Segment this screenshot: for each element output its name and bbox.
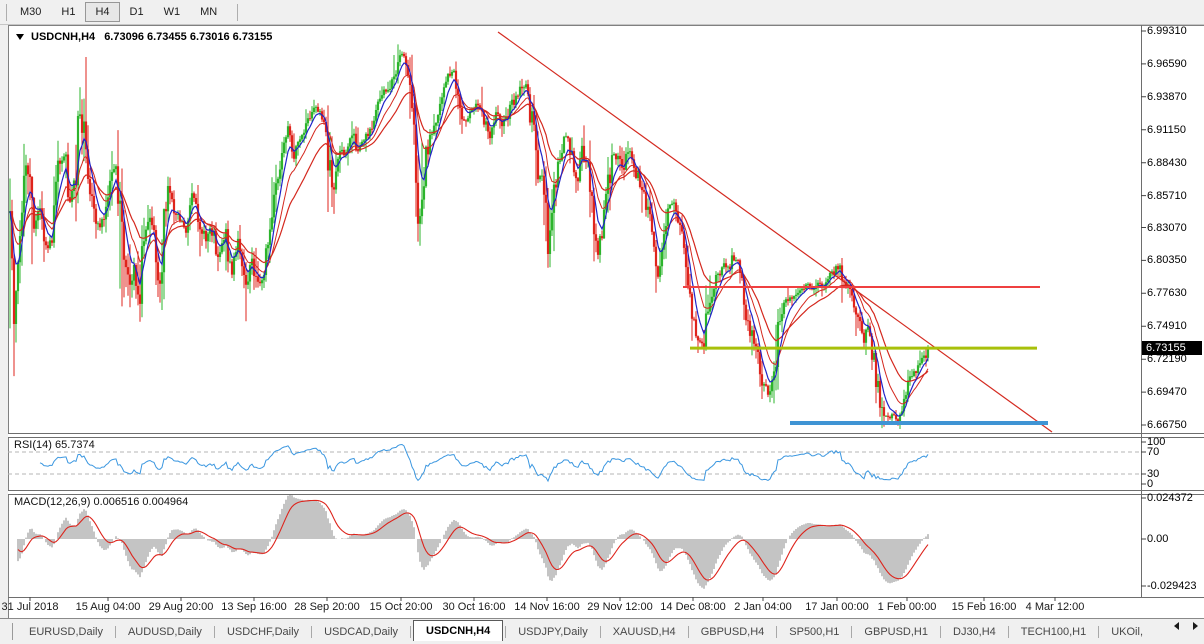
price-axis-label: 6.83070 <box>1147 221 1187 234</box>
price-axis-line <box>1141 25 1142 598</box>
timeframe-button-mn[interactable]: MN <box>190 2 227 22</box>
tab-symbol-ukoil[interactable]: UKOil, <box>1101 623 1153 641</box>
tab-symbol-sp500h1[interactable]: SP500,H1 <box>779 623 849 641</box>
time-axis-label: 15 Oct 20:00 <box>369 601 433 613</box>
tab-symbol-gbpusdh4[interactable]: GBPUSD,H4 <box>691 623 775 641</box>
price-axis-label: 6.88430 <box>1147 156 1187 169</box>
macd-axis-label: 0.024372 <box>1147 491 1193 504</box>
time-axis-label: 31 Jul 2018 <box>1 601 59 613</box>
macd-axis-label: -0.029423 <box>1147 580 1197 592</box>
macd-axis-label: 0.00 <box>1147 533 1169 545</box>
toolbar-grip <box>6 3 7 21</box>
time-axis-label: 15 Feb 16:00 <box>951 601 1017 613</box>
tab-separator <box>505 625 507 638</box>
time-axis-label: 14 Dec 08:00 <box>660 601 726 613</box>
tab-separator <box>213 625 215 638</box>
timeframe-buttons: M30 H1 H4 D1 W1 MN <box>10 2 227 22</box>
tab-strip-corner <box>0 623 13 640</box>
tab-separator <box>776 625 778 638</box>
price-axis-label: 6.93870 <box>1147 90 1187 103</box>
timeframe-button-w1[interactable]: W1 <box>154 2 191 22</box>
time-axis-label: 14 Nov 16:00 <box>514 601 580 613</box>
time-axis-label: 15 Aug 04:00 <box>75 601 141 613</box>
time-axis-label: 29 Nov 12:00 <box>587 601 653 613</box>
time-axis-label: 13 Sep 16:00 <box>221 601 287 613</box>
price-axis-label: 6.72190 <box>1147 353 1187 366</box>
timeframe-button-d1[interactable]: D1 <box>120 2 154 22</box>
tab-separator <box>687 625 689 638</box>
tab-symbol-gbpusdh1[interactable]: GBPUSD,H1 <box>854 623 938 641</box>
price-axis-label: 6.80350 <box>1147 254 1187 267</box>
timeframe-toolbar: M30 H1 H4 D1 W1 MN <box>0 0 1204 25</box>
tab-scroll-right-icon[interactable] <box>1193 622 1198 630</box>
tab-symbol-tech100h1[interactable]: TECH100,H1 <box>1011 623 1096 641</box>
price-axis-label: 6.99310 <box>1147 25 1187 37</box>
tab-symbol-usdcaddaily[interactable]: USDCAD,Daily <box>314 623 408 641</box>
tab-symbol-audusddaily[interactable]: AUDUSD,Daily <box>118 623 212 641</box>
symbol-dropdown-icon[interactable] <box>16 34 24 40</box>
tab-symbol-xauusdh4[interactable]: XAUUSD,H4 <box>603 623 686 641</box>
time-axis-label: 4 Mar 12:00 <box>1025 601 1085 613</box>
current-price-tag: 6.73155 <box>1142 340 1202 355</box>
tab-separator <box>1098 625 1100 638</box>
time-axis-label: 29 Aug 20:00 <box>148 601 214 613</box>
tab-symbol-usdchfdaily[interactable]: USDCHF,Daily <box>217 623 309 641</box>
time-axis-label: 17 Jan 00:00 <box>805 601 869 613</box>
chart-plot-area[interactable] <box>8 25 1204 619</box>
tab-separator <box>114 625 116 638</box>
time-axis-label: 2 Jan 04:00 <box>734 601 792 613</box>
price-axis-label: 6.96590 <box>1147 57 1187 70</box>
price-axis-label: 6.69470 <box>1147 386 1187 399</box>
tab-symbol-eurusddaily[interactable]: EURUSD,Daily <box>19 623 113 641</box>
chart-title: USDCNH,H4 6.73096 6.73455 6.73016 6.7315… <box>16 31 272 43</box>
panel-splitter[interactable] <box>8 490 1204 495</box>
rsi-label: RSI(14) 65.7374 <box>14 439 95 451</box>
tab-scroll-left-icon[interactable] <box>1174 622 1179 630</box>
price-axis-label: 6.74910 <box>1147 320 1187 333</box>
toolbar-separator <box>237 3 239 21</box>
price-axis-label: 6.91150 <box>1147 123 1186 136</box>
chart-ohlc-values: 6.73096 6.73455 6.73016 6.73155 <box>104 31 273 43</box>
time-axis: 31 Jul 2018 15 Aug 04:00 29 Aug 20:00 13 Se… <box>0 599 1204 617</box>
tab-symbol-usdcnhh4[interactable]: USDCNH,H4 <box>413 620 504 641</box>
time-axis-label: 30 Oct 16:00 <box>442 601 506 613</box>
rsi-axis-label: 0 <box>1147 478 1154 490</box>
tab-separator <box>1007 625 1009 638</box>
timeframe-button-h4[interactable]: H4 <box>85 2 120 22</box>
timeframe-button-m30[interactable]: M30 <box>10 2 51 22</box>
price-axis-label: 6.66750 <box>1147 419 1187 431</box>
macd-label: MACD(12,26,9) 0.006516 0.004964 <box>14 496 189 508</box>
tab-separator <box>599 625 601 638</box>
symbol-tab-bar: EURUSD,Daily AUDUSD,Daily USDCHF,Daily USDC… <box>0 618 1204 644</box>
time-axis-label: 1 Feb 00:00 <box>877 601 937 613</box>
price-axis-label: 6.77630 <box>1147 287 1187 300</box>
tab-symbol-dj30h4[interactable]: DJ30,H4 <box>943 623 1006 641</box>
tab-symbol-usdjpydaily[interactable]: USDJPY,Daily <box>508 623 598 641</box>
panel-splitter[interactable] <box>8 433 1204 438</box>
tab-separator <box>410 625 412 638</box>
time-axis-label: 28 Sep 20:00 <box>294 601 360 613</box>
time-axis-line <box>8 597 1204 598</box>
timeframe-button-h1[interactable]: H1 <box>51 2 85 22</box>
tab-separator <box>940 625 941 638</box>
tab-separator <box>851 625 853 638</box>
tab-scroll-controls <box>1174 622 1198 630</box>
rsi-axis-label: 70 <box>1147 446 1160 458</box>
chart-symbol-label: USDCNH,H4 <box>31 31 96 43</box>
window-left-border <box>0 25 9 643</box>
price-axis-label: 6.85710 <box>1147 189 1187 202</box>
tab-separator <box>311 625 313 638</box>
